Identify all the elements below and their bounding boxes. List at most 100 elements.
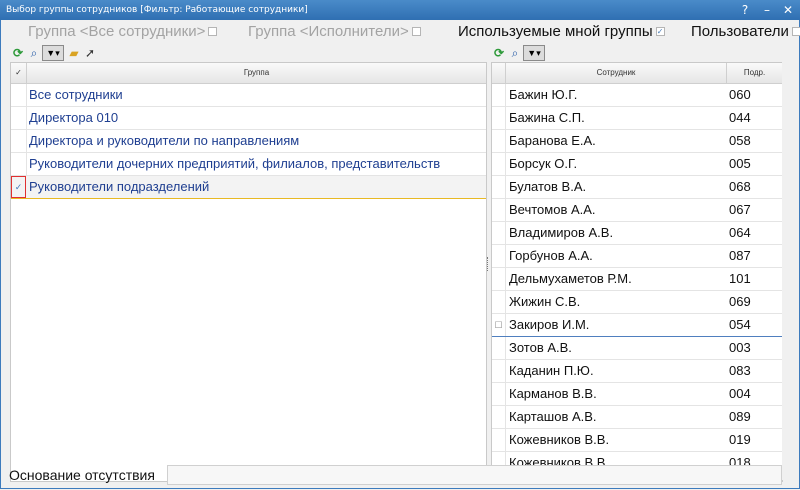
- help-button[interactable]: ?: [736, 0, 754, 20]
- filter-all-employees-label: Группа <Все сотрудники>: [28, 23, 206, 40]
- department-code: 083: [729, 363, 751, 378]
- employee-row-checkbox[interactable]: [492, 176, 506, 198]
- group-row-label: Директора и руководители по направлениям: [29, 133, 300, 148]
- status-bar: Основание отсутствия: [1, 463, 799, 487]
- group-row-checkbox[interactable]: [11, 130, 27, 152]
- department-code: 003: [729, 340, 751, 355]
- employee-name: Закиров И.М.: [509, 317, 590, 332]
- employee-row[interactable]: Вечтомов А.А. 067: [492, 199, 782, 222]
- employee-row[interactable]: Баранова Е.А. 058: [492, 130, 782, 153]
- folder-icon[interactable]: ▰: [66, 45, 82, 61]
- employee-row-checkbox[interactable]: [492, 291, 506, 313]
- employee-row[interactable]: Булатов В.А. 068: [492, 176, 782, 199]
- department-code: 019: [729, 432, 751, 447]
- minimize-button[interactable]: –: [758, 0, 776, 20]
- department-column-header[interactable]: Подр.: [727, 63, 782, 84]
- employee-row[interactable]: Зотов А.В. 003: [492, 337, 782, 360]
- employee-column-header[interactable]: Сотрудник: [506, 63, 727, 84]
- filter-users-checkbox[interactable]: [791, 26, 800, 36]
- filter-my-groups[interactable]: Используемые мной группы ✓: [458, 20, 665, 44]
- employees-scrollbar[interactable]: [782, 62, 797, 480]
- employee-row[interactable]: Кожевников В.В. 019: [492, 429, 782, 452]
- employee-row-checkbox[interactable]: [492, 222, 506, 244]
- filter-icon[interactable]: ▼▾: [523, 45, 545, 61]
- employee-row-current[interactable]: ☐ Закиров И.М. 054: [492, 314, 782, 337]
- group-row-label: Директора 010: [29, 110, 119, 125]
- employee-row-checkbox[interactable]: [492, 245, 506, 267]
- window-title: Выбор группы сотрудников [Фильтр: Работа…: [6, 5, 308, 15]
- employee-row-checkbox[interactable]: [492, 337, 506, 359]
- department-code: 069: [729, 294, 751, 309]
- employee-row[interactable]: Борсук О.Г. 005: [492, 153, 782, 176]
- employee-row-checkbox[interactable]: [492, 153, 506, 175]
- group-row[interactable]: Руководители дочерних предприятий, филиа…: [11, 153, 486, 176]
- employee-name: Горбунов А.А.: [509, 248, 593, 263]
- search-icon[interactable]: ⌕: [26, 45, 42, 61]
- filter-my-groups-checkbox[interactable]: ✓: [655, 26, 665, 36]
- employee-row-checkbox[interactable]: [492, 107, 506, 129]
- employee-row[interactable]: Дельмухаметов Р.М. 101: [492, 268, 782, 291]
- employee-name: Борсук О.Г.: [509, 156, 578, 171]
- refresh-icon[interactable]: ⟳: [491, 45, 507, 61]
- group-row[interactable]: Все сотрудники: [11, 84, 486, 107]
- department-code: 089: [729, 409, 751, 424]
- employee-row[interactable]: Карташов А.В. 089: [492, 406, 782, 429]
- employee-row-checkbox[interactable]: [492, 84, 506, 106]
- employee-row-checkbox[interactable]: [492, 199, 506, 221]
- employee-row-checkbox[interactable]: [492, 360, 506, 382]
- panel-splitter[interactable]: [487, 257, 490, 271]
- employee-row[interactable]: Карманов В.В. 004: [492, 383, 782, 406]
- filter-executors-checkbox[interactable]: [411, 26, 421, 36]
- absence-reason-field[interactable]: [167, 465, 782, 485]
- employee-row-checkbox[interactable]: [492, 406, 506, 428]
- search-icon[interactable]: ⌕: [507, 45, 523, 61]
- right-toolbar: ⟳ ⌕ ▼▾: [491, 45, 571, 61]
- filter-executors[interactable]: Группа <Исполнители>: [248, 20, 421, 44]
- employee-row-checkbox[interactable]: [492, 268, 506, 290]
- employee-row[interactable]: Бажин Ю.Г. 060: [492, 84, 782, 107]
- department-code: 068: [729, 179, 751, 194]
- employee-name: Владимиров А.В.: [509, 225, 614, 240]
- employee-row[interactable]: Жижин С.В. 069: [492, 291, 782, 314]
- group-row-checkbox[interactable]: [11, 84, 27, 106]
- group-row-selected[interactable]: ✓ Руководители подразделений: [11, 176, 486, 199]
- employee-name: Кожевников В.В.: [509, 432, 610, 447]
- department-code: 058: [729, 133, 751, 148]
- select-all-header[interactable]: ✓: [11, 63, 27, 84]
- filter-all-employees[interactable]: Группа <Все сотрудники>: [28, 20, 218, 44]
- employee-name: Вечтомов А.А.: [509, 202, 596, 217]
- group-row[interactable]: Директора 010: [11, 107, 486, 130]
- filter-users[interactable]: Пользователи: [691, 20, 800, 44]
- department-code: 064: [729, 225, 751, 240]
- department-code: 060: [729, 87, 751, 102]
- department-code: 004: [729, 386, 751, 401]
- group-row-checkbox-checked[interactable]: ✓: [11, 176, 26, 198]
- employee-name: Зотов А.В.: [509, 340, 572, 355]
- employees-check-header[interactable]: [492, 63, 506, 84]
- group-row-checkbox[interactable]: [11, 107, 27, 129]
- department-code: 101: [729, 271, 751, 286]
- employee-row[interactable]: Владимиров А.В. 064: [492, 222, 782, 245]
- filter-icon[interactable]: ▼▾: [42, 45, 64, 61]
- refresh-icon[interactable]: ⟳: [10, 45, 26, 61]
- employee-row-checkbox[interactable]: [492, 383, 506, 405]
- dialog-body: Группа <Все сотрудники> Группа <Исполнит…: [0, 20, 800, 489]
- cursor-icon[interactable]: ➚: [82, 45, 98, 61]
- employee-row[interactable]: Каданин П.Ю. 083: [492, 360, 782, 383]
- group-row[interactable]: Директора и руководители по направлениям: [11, 130, 486, 153]
- employee-row[interactable]: Горбунов А.А. 087: [492, 245, 782, 268]
- employee-row-checkbox[interactable]: [492, 429, 506, 451]
- employee-name: Карташов А.В.: [509, 409, 597, 424]
- filter-executors-label: Группа <Исполнители>: [248, 23, 409, 40]
- employee-row-checkbox[interactable]: [492, 130, 506, 152]
- group-row-label: Руководители дочерних предприятий, филиа…: [29, 156, 441, 171]
- close-button[interactable]: ✕: [779, 0, 797, 20]
- employee-row-checkbox[interactable]: ☐: [492, 314, 506, 336]
- employee-row[interactable]: Бажина С.П. 044: [492, 107, 782, 130]
- groups-table: ✓ Группа Все сотрудники Директора 010 Ди…: [10, 62, 487, 482]
- groups-column-header[interactable]: Группа: [27, 63, 486, 84]
- group-row-checkbox[interactable]: [11, 153, 27, 175]
- title-bar: Выбор группы сотрудников [Фильтр: Работа…: [0, 0, 800, 20]
- group-row-label: Все сотрудники: [29, 87, 123, 102]
- filter-all-employees-checkbox[interactable]: [208, 26, 218, 36]
